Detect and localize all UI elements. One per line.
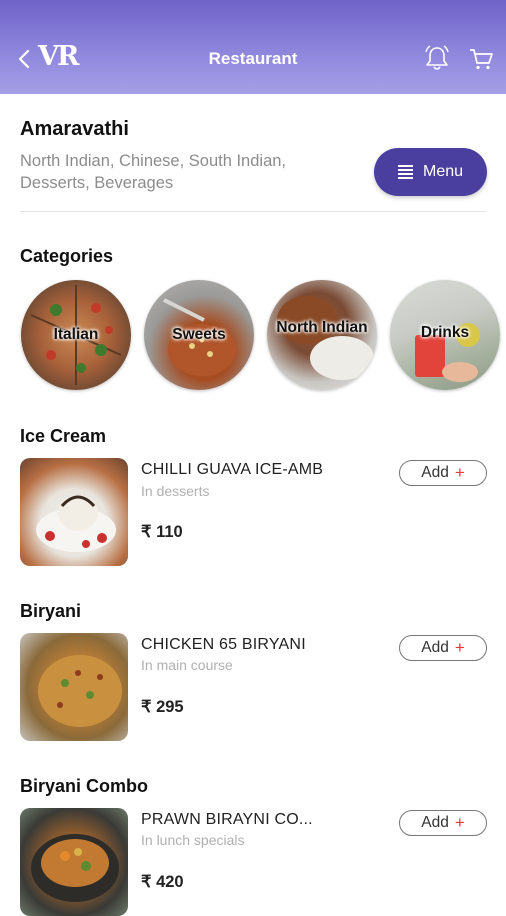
add-button-label: Add [421, 814, 449, 831]
app-header: VR Restaurant [0, 0, 506, 94]
hamburger-icon [397, 165, 413, 179]
add-button[interactable]: Add + [399, 460, 487, 486]
category-label: Drinks [420, 324, 470, 341]
divider [20, 211, 486, 212]
item-name: CHILLI GUAVA ICE-AMB [141, 461, 324, 478]
section-title: Ice Cream [20, 426, 107, 446]
add-button-label: Add [421, 639, 449, 656]
plus-icon: + [454, 813, 465, 832]
item-price: ₹ 110 [141, 523, 183, 541]
bell-icon[interactable] [424, 44, 450, 72]
item-image[interactable] [20, 633, 128, 741]
item-category: In lunch specials [141, 832, 245, 848]
plus-icon: + [454, 463, 465, 482]
category-label: Italian [53, 326, 99, 343]
menu-button[interactable]: Menu [374, 148, 487, 196]
item-price: ₹ 295 [141, 698, 184, 716]
category-label: North Indian [276, 319, 368, 336]
category-italian[interactable]: Italian [21, 280, 131, 390]
item-name: PRAWN BIRAYNI CO... [141, 811, 313, 828]
cart-icon[interactable] [468, 46, 494, 72]
section-title: Biryani Combo [20, 776, 149, 796]
categories-title: Categories [20, 246, 114, 266]
category-drinks[interactable]: Drinks [390, 280, 500, 390]
restaurant-cuisines: North Indian, Chinese, South Indian, Des… [20, 152, 287, 192]
item-category: In desserts [141, 483, 210, 499]
item-image[interactable] [20, 458, 128, 566]
item-price: ₹ 420 [141, 873, 184, 891]
category-north-indian[interactable]: North Indian [267, 280, 377, 390]
add-button[interactable]: Add + [399, 635, 487, 661]
restaurant-name: Amaravathi [20, 118, 129, 140]
section-title: Biryani [20, 601, 82, 621]
plus-icon: + [454, 638, 465, 657]
add-button-label: Add [421, 464, 449, 481]
category-sweets[interactable]: Sweets [144, 280, 254, 390]
category-label: Sweets [172, 326, 226, 343]
item-name: CHICKEN 65 BIRYANI [141, 636, 306, 653]
menu-button-label: Menu [422, 163, 464, 180]
add-button[interactable]: Add + [399, 810, 487, 836]
item-category: In main course [141, 657, 233, 673]
